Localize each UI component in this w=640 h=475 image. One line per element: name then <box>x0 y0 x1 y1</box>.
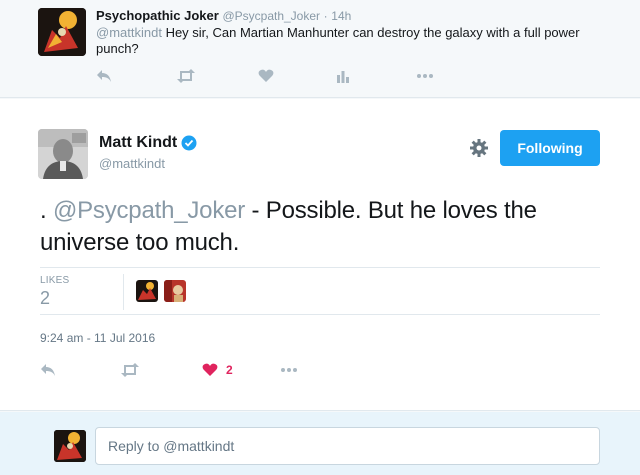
matt-kindt-avatar-icon <box>38 129 88 179</box>
tweet-timestamp[interactable]: 9:24 am - 11 Jul 2016 <box>40 331 155 345</box>
more-icon[interactable] <box>280 360 298 380</box>
following-button[interactable]: Following <box>500 130 600 166</box>
tweet-stats: LIKES 2 <box>40 267 600 315</box>
parent-tweet-time[interactable]: 14h <box>331 9 351 23</box>
liker-avatar[interactable] <box>164 280 186 302</box>
reply-input[interactable] <box>95 427 600 465</box>
gear-icon[interactable] <box>468 137 490 159</box>
parent-tweet-name[interactable]: Psychopathic Joker <box>96 8 219 23</box>
heart-filled-icon <box>202 363 218 376</box>
main-tweet-name-row: Matt Kindt <box>99 134 197 152</box>
like-action-count: 2 <box>226 363 233 377</box>
retweet-icon[interactable] <box>120 360 140 380</box>
joker-avatar-icon <box>38 8 86 56</box>
reply-icon[interactable] <box>40 360 56 380</box>
reply-bar <box>0 412 640 475</box>
parent-tweet-header: Psychopathic Joker @Psycpath_Joker · 14h <box>96 8 351 24</box>
main-tweet: Matt Kindt @mattkindt Following . @Psycp… <box>0 99 640 411</box>
more-icon[interactable] <box>416 66 434 86</box>
main-tweet-handle[interactable]: @mattkindt <box>99 156 165 171</box>
main-tweet-name[interactable]: Matt Kindt <box>99 134 177 152</box>
main-tweet-text: . @Psycpath_Joker - Possible. But he lov… <box>40 195 600 259</box>
main-tweet-avatar[interactable] <box>38 129 88 179</box>
analytics-icon[interactable] <box>336 66 350 86</box>
main-tweet-text-prefix: . <box>40 197 53 224</box>
parent-tweet-avatar[interactable] <box>38 8 86 56</box>
parent-tweet-separator: · <box>323 9 328 23</box>
parent-tweet-text: @mattkindt Hey sir, Can Martian Manhunte… <box>96 25 596 57</box>
liker-avatar[interactable] <box>136 280 158 302</box>
joker-avatar-icon <box>54 430 86 462</box>
parent-tweet-mention[interactable]: @mattkindt <box>96 25 162 40</box>
likes-label: LIKES <box>40 275 70 286</box>
parent-tweet-handle[interactable]: @Psycpath_Joker <box>222 9 320 23</box>
retweet-icon[interactable] <box>176 66 196 86</box>
heart-icon[interactable] <box>258 66 274 86</box>
likes-count: 2 <box>40 288 51 308</box>
parent-tweet-actions <box>96 66 456 86</box>
main-tweet-mention[interactable]: @Psycpath_Joker <box>53 197 245 224</box>
main-tweet-actions: 2 <box>40 360 340 380</box>
reply-icon[interactable] <box>96 66 112 86</box>
parent-tweet[interactable]: Psychopathic Joker @Psycpath_Joker · 14h… <box>0 0 640 98</box>
likes-stat[interactable]: LIKES 2 <box>40 274 124 310</box>
verified-badge-icon <box>181 135 197 151</box>
like-action[interactable]: 2 <box>202 360 233 380</box>
parent-tweet-body: Hey sir, Can Martian Manhunter can destr… <box>96 25 580 56</box>
current-user-avatar <box>54 430 86 462</box>
